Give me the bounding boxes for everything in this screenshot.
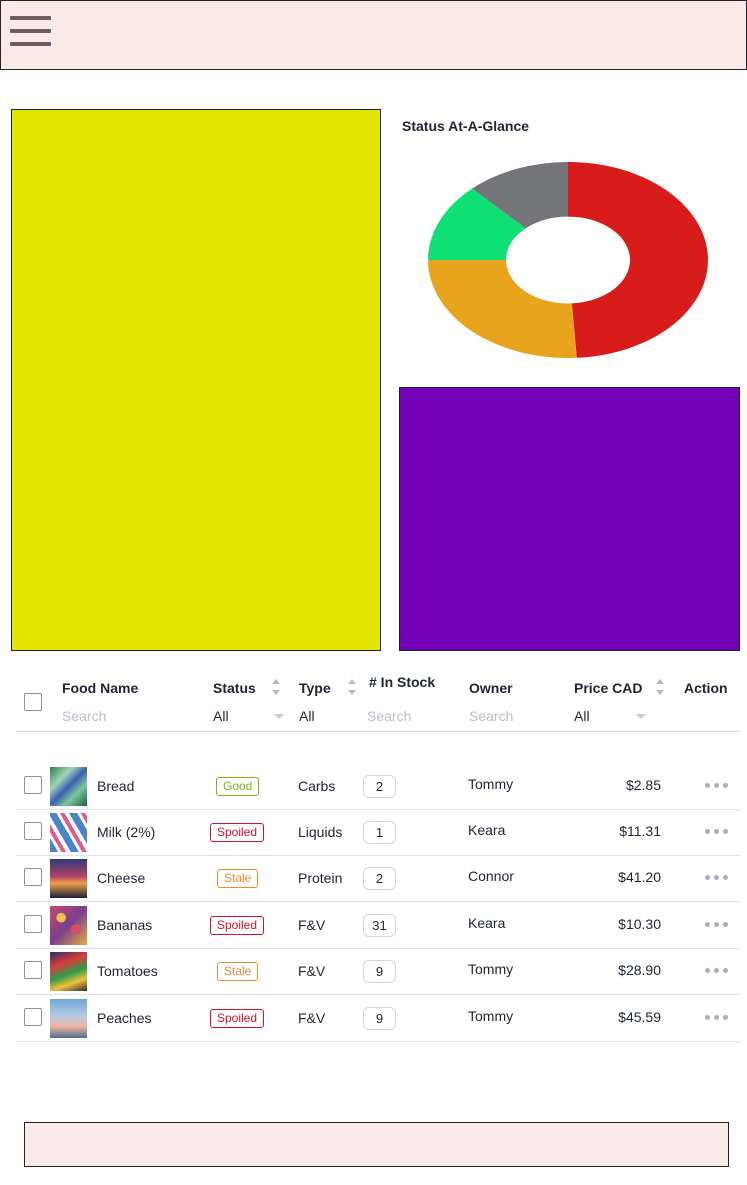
status-badge: Spoiled bbox=[210, 916, 265, 935]
in-stock-search[interactable]: Search bbox=[367, 708, 411, 724]
table-row[interactable]: Peaches Spoiled F&V 9 Tommy $45.59 bbox=[16, 996, 740, 1042]
more-dots-icon[interactable] bbox=[705, 968, 728, 973]
stock-count: 9 bbox=[363, 1007, 396, 1030]
status-filter-caret-icon[interactable] bbox=[274, 714, 284, 719]
hamburger-icon[interactable] bbox=[10, 16, 51, 49]
header-status[interactable]: Status bbox=[213, 680, 256, 696]
header-owner[interactable]: Owner bbox=[469, 680, 513, 696]
header-type[interactable]: Type bbox=[299, 680, 331, 696]
food-table: Food Name Search Status All Type All # I… bbox=[16, 664, 740, 1042]
price: $2.85 bbox=[625, 777, 661, 793]
row-checkbox[interactable] bbox=[24, 868, 42, 886]
owner-name: Keara bbox=[468, 915, 506, 931]
food-name-search[interactable]: Search bbox=[62, 708, 106, 724]
food-type: F&V bbox=[298, 917, 326, 933]
status-sort-icon[interactable] bbox=[272, 679, 280, 695]
food-name: Bananas bbox=[97, 917, 153, 933]
stock-count: 1 bbox=[363, 821, 396, 844]
table-row[interactable]: Tomatoes Stale F&V 9 Tommy $28.90 bbox=[16, 949, 740, 995]
food-name: Bread bbox=[97, 778, 135, 794]
stock-count: 31 bbox=[363, 914, 396, 937]
stock-count: 2 bbox=[363, 867, 396, 890]
food-thumbnail bbox=[50, 813, 87, 852]
more-dots-icon[interactable] bbox=[705, 783, 728, 788]
row-checkbox[interactable] bbox=[24, 915, 42, 933]
food-thumbnail bbox=[50, 767, 87, 806]
header-price[interactable]: Price CAD bbox=[574, 680, 642, 696]
food-type: Liquids bbox=[298, 824, 343, 840]
yellow-panel bbox=[11, 109, 381, 651]
footer-bar bbox=[24, 1122, 729, 1167]
row-checkbox[interactable] bbox=[24, 1008, 42, 1026]
food-thumbnail bbox=[50, 859, 87, 898]
price: $28.90 bbox=[618, 962, 661, 978]
food-name: Cheese bbox=[97, 870, 146, 886]
more-dots-icon[interactable] bbox=[705, 875, 728, 880]
owner-name: Tommy bbox=[468, 776, 514, 792]
stock-count: 2 bbox=[363, 775, 396, 798]
type-filter[interactable]: All bbox=[299, 708, 315, 724]
price: $45.59 bbox=[618, 1009, 661, 1025]
more-dots-icon[interactable] bbox=[705, 922, 728, 927]
table-header: Food Name Search Status All Type All # I… bbox=[16, 664, 740, 732]
purple-panel bbox=[399, 387, 740, 651]
row-checkbox[interactable] bbox=[24, 961, 42, 979]
header-food-name[interactable]: Food Name bbox=[62, 680, 138, 696]
owner-name: Keara bbox=[468, 822, 506, 838]
chart-title: Status At-A-Glance bbox=[402, 118, 530, 134]
food-type: Protein bbox=[298, 870, 343, 886]
status-filter[interactable]: All bbox=[213, 708, 229, 724]
owner-search[interactable]: Search bbox=[469, 708, 513, 724]
food-type: Carbs bbox=[298, 778, 336, 794]
price: $10.30 bbox=[618, 916, 661, 932]
owner-name: Connor bbox=[468, 868, 514, 884]
status-badge: Spoiled bbox=[210, 1009, 265, 1028]
top-navbar bbox=[0, 0, 747, 70]
owner-name: Tommy bbox=[468, 961, 514, 977]
price-sort-icon[interactable] bbox=[656, 679, 664, 695]
table-row[interactable]: Milk (2%) Spoiled Liquids 1 Keara $11.31 bbox=[16, 810, 740, 856]
food-thumbnail bbox=[50, 999, 87, 1038]
food-thumbnail bbox=[50, 906, 87, 945]
price-filter-caret-icon[interactable] bbox=[636, 714, 646, 719]
stock-count: 9 bbox=[363, 960, 396, 983]
price-filter[interactable]: All bbox=[574, 708, 590, 724]
row-checkbox[interactable] bbox=[24, 776, 42, 794]
table-row[interactable]: Cheese Stale Protein 2 Connor $41.20 bbox=[16, 856, 740, 902]
type-sort-icon[interactable] bbox=[348, 679, 356, 695]
status-badge: Stale bbox=[217, 962, 259, 981]
price: $11.31 bbox=[619, 823, 661, 839]
header-action: Action bbox=[684, 680, 728, 696]
status-donut-chart bbox=[428, 162, 709, 358]
status-badge: Spoiled bbox=[210, 823, 265, 842]
food-name: Peaches bbox=[97, 1010, 152, 1026]
more-dots-icon[interactable] bbox=[705, 1015, 728, 1020]
header-in-stock[interactable]: # In Stock bbox=[369, 674, 435, 690]
food-thumbnail bbox=[50, 952, 87, 991]
price: $41.20 bbox=[618, 869, 661, 885]
donut-slice-0 bbox=[568, 162, 709, 358]
food-type: F&V bbox=[298, 1010, 326, 1026]
status-badge: Good bbox=[216, 777, 260, 796]
table-row[interactable]: Bread Good Carbs 2 Tommy $2.85 bbox=[16, 764, 740, 810]
food-type: F&V bbox=[298, 963, 326, 979]
status-badge: Stale bbox=[217, 869, 259, 888]
select-all-checkbox[interactable] bbox=[24, 693, 42, 711]
food-name: Milk (2%) bbox=[97, 824, 156, 840]
row-checkbox[interactable] bbox=[24, 822, 42, 840]
donut-slice-1 bbox=[428, 260, 577, 358]
owner-name: Tommy bbox=[468, 1008, 514, 1024]
more-dots-icon[interactable] bbox=[705, 829, 728, 834]
food-name: Tomatoes bbox=[97, 963, 158, 979]
table-row[interactable]: Bananas Spoiled F&V 31 Keara $10.30 bbox=[16, 903, 740, 949]
